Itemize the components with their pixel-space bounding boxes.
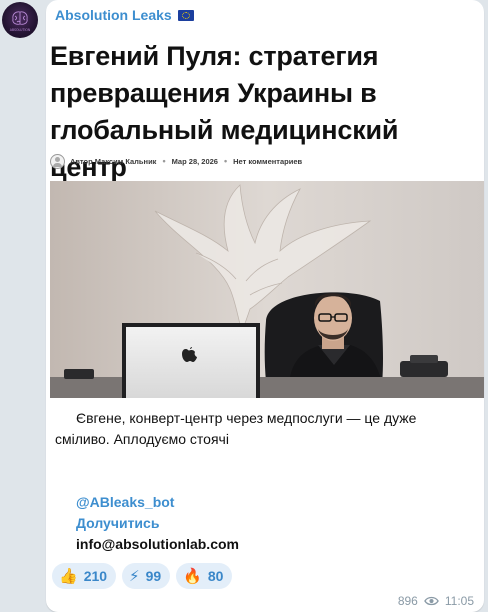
article-author: Автор Максим Кальник	[70, 156, 157, 166]
reaction-fire[interactable]: 🔥 80	[176, 563, 233, 589]
avatar-caption: ABSOLUTION	[10, 28, 31, 32]
meta-separator: •	[162, 156, 166, 166]
eye-icon	[424, 596, 439, 606]
meta-separator: •	[223, 156, 228, 166]
article-preview[interactable]: Евгений Пуля: стратегия превращения Укра…	[50, 30, 484, 398]
join-link[interactable]: Долучитись	[76, 513, 239, 534]
message-links: @ABleaks_bot Долучитись info@absolutionl…	[76, 492, 239, 555]
view-count: 896	[397, 594, 418, 608]
author-avatar-icon	[50, 153, 65, 169]
article-comments: Нет комментариев	[233, 156, 303, 166]
reaction-count: 80	[207, 568, 224, 584]
bot-link[interactable]: @ABleaks_bot	[76, 492, 239, 513]
channel-name[interactable]: Absolution Leaks	[55, 7, 172, 23]
fire-icon: 🔥	[183, 567, 202, 585]
reactions-bar: 👍 210 ⚡ 99 🔥 80	[52, 563, 233, 589]
message-footer: 896 11:05	[398, 594, 474, 608]
reaction-lightning[interactable]: ⚡ 99	[122, 563, 171, 589]
brain-logo-icon: ABSOLUTION	[10, 11, 31, 32]
lightning-icon: ⚡	[129, 567, 140, 585]
reaction-count: 99	[145, 568, 162, 584]
article-date: Мар 28, 2026	[171, 156, 218, 166]
article-meta: Автор Максим Кальник • Мар 28, 2026 • Не…	[50, 152, 302, 170]
eu-flag-icon	[177, 9, 194, 21]
email-text: info@absolutionlab.com	[76, 536, 239, 552]
thumbs-up-icon: 👍	[59, 567, 78, 585]
reaction-thumbs-up[interactable]: 👍 210	[52, 563, 117, 589]
reaction-count: 210	[83, 568, 108, 584]
message-time: 11:05	[444, 594, 474, 608]
message-text: Євгене, конверт-центр через медпослуги —…	[55, 408, 465, 450]
channel-header[interactable]: Absolution Leaks	[55, 7, 194, 23]
article-photo[interactable]	[50, 181, 484, 398]
channel-avatar[interactable]: ABSOLUTION	[2, 2, 38, 38]
message-bubble: Absolution Leaks Евгений Пуля: стратегия…	[46, 0, 484, 612]
message-body: Євгене, конверт-центр через медпослуги —…	[55, 410, 417, 447]
